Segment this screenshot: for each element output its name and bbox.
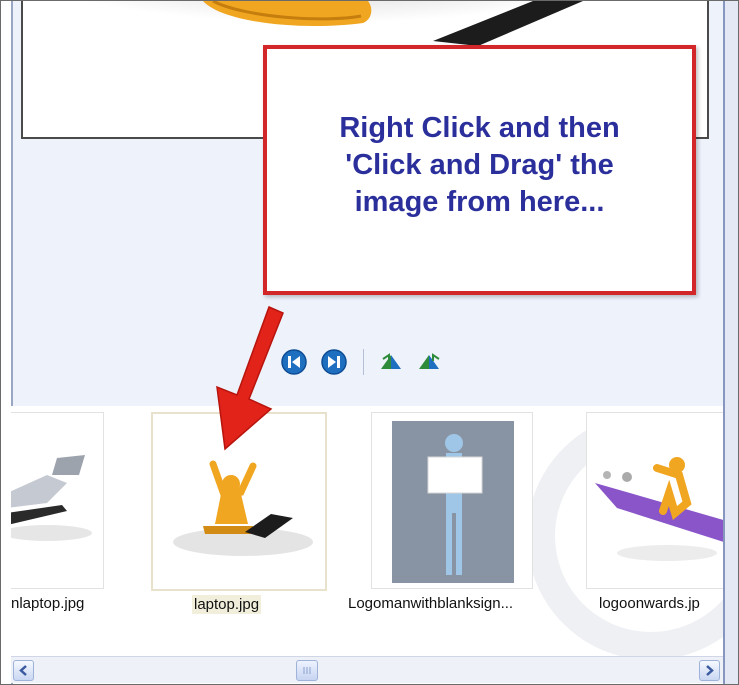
rotate-right-button[interactable] (415, 347, 445, 377)
next-button[interactable] (319, 347, 349, 377)
rotate-left-button[interactable] (377, 347, 407, 377)
scroll-right-button[interactable] (699, 660, 720, 681)
red-arrow-annotation (216, 305, 284, 451)
thumbnail-nlaptop[interactable] (11, 412, 104, 589)
thumbnail-image (11, 413, 103, 588)
thumbnail-strip: nlaptop.jpg laptop.jpg Logomanwithblanks… (11, 406, 723, 656)
window-right-edge (723, 1, 738, 684)
instruction-callout: Right Click and then 'Click and Drag' th… (263, 45, 696, 295)
toolbar-separator (363, 349, 364, 375)
rotate-left-icon (381, 353, 401, 369)
grip-icon (303, 667, 311, 674)
thumbnail-logomanwithblanksign[interactable] (371, 412, 533, 589)
callout-text: Right Click and then 'Click and Drag' th… (339, 111, 620, 218)
chevron-right-icon (706, 665, 714, 676)
viewer-toolbar (279, 347, 449, 377)
chevron-left-icon (19, 665, 27, 676)
thumbnail-image (372, 413, 532, 588)
horizontal-scrollbar[interactable] (11, 656, 723, 683)
thumbnail-logoonwards[interactable] (586, 412, 723, 589)
next-icon (321, 349, 347, 375)
thumbnail-label-selected: laptop.jpg (192, 595, 262, 614)
thumbnail-image (587, 413, 723, 588)
scroll-left-button[interactable] (13, 660, 34, 681)
thumbnail-label: logoonwards.jp (599, 595, 700, 612)
rotate-right-icon (419, 353, 440, 369)
thumbnail-label: nlaptop.jpg (11, 595, 85, 612)
thumbnail-label: Logomanwithblanksign... (348, 595, 514, 612)
image-viewer-window: Right Click and then 'Click and Drag' th… (0, 0, 739, 685)
scrollbar-thumb[interactable] (296, 660, 318, 681)
